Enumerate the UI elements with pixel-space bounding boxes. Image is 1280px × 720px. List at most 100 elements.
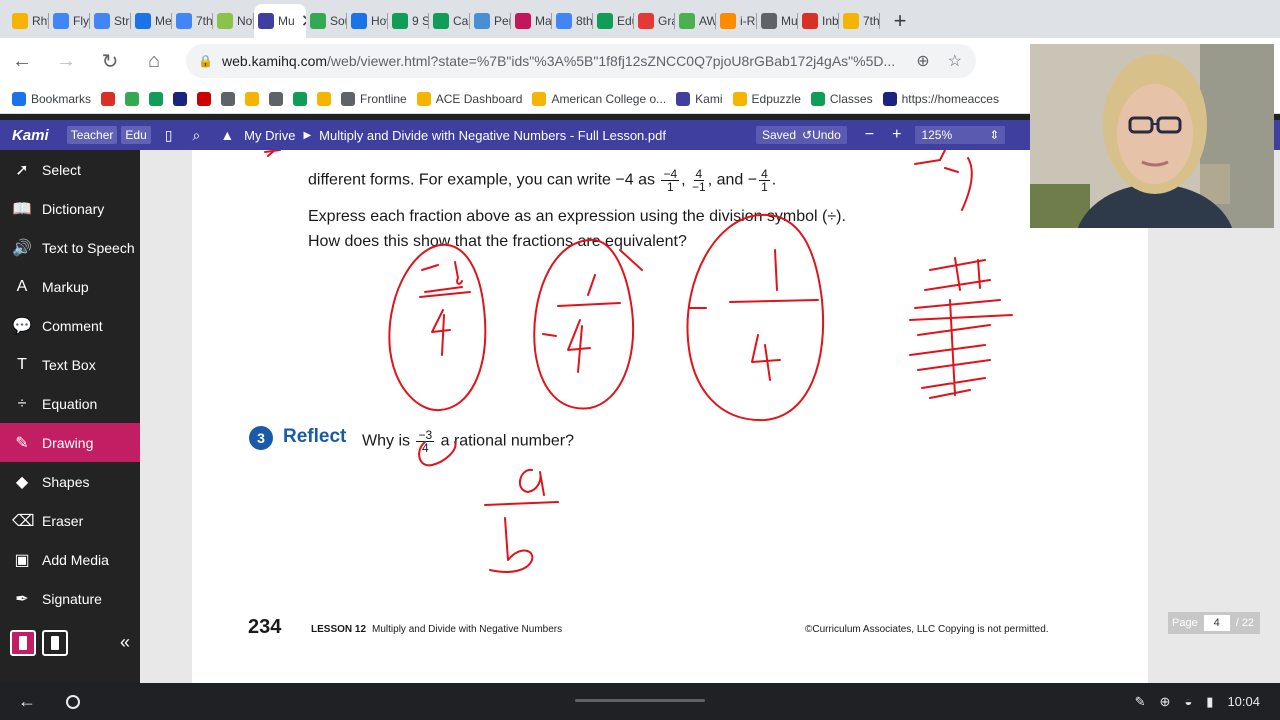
tool-select[interactable]: ➚ Select — [0, 150, 140, 189]
bookmark-favicon-icon — [810, 91, 825, 106]
bookmark-item[interactable] — [101, 91, 116, 106]
shelf-handle[interactable] — [575, 699, 705, 702]
bookmark-label: Bookmarks — [31, 91, 92, 106]
undo-button[interactable]: ↺Undo — [802, 128, 841, 142]
tab-favicon-icon — [392, 13, 408, 29]
sidebar-toggle-icon[interactable]: ▯ — [165, 127, 173, 144]
bookmark-item[interactable]: Bookmarks — [12, 91, 92, 106]
shelf-back-icon[interactable]: ← — [18, 691, 36, 712]
tool-text-box[interactable]: T Text Box — [0, 345, 140, 384]
tool-comment[interactable]: 💬 Comment — [0, 306, 140, 345]
browser-tab[interactable]: 7th — [839, 4, 880, 38]
tool-equation[interactable]: ÷ Equation — [0, 384, 140, 423]
bookmark-item[interactable]: Kami — [676, 91, 723, 106]
bookmark-item[interactable]: Edpuzzle — [732, 91, 801, 106]
secondary-color-swatch[interactable] — [42, 630, 68, 656]
tab-favicon-icon — [310, 13, 326, 29]
breadcrumb-my-drive[interactable]: My Drive — [244, 128, 295, 143]
document-viewer[interactable]: different forms. For example, you can wr… — [140, 150, 1280, 683]
bookmark-item[interactable] — [317, 91, 332, 106]
browser-tab[interactable]: Rhy — [8, 4, 49, 38]
bookmark-item[interactable]: https://homeacces — [882, 91, 999, 106]
media-icon: ▣ — [14, 551, 30, 569]
tab-title: 9 St — [412, 14, 429, 28]
zoom-in-button[interactable]: + — [892, 126, 901, 144]
browser-tab[interactable]: Mat — [511, 4, 552, 38]
bookmark-item[interactable]: American College o... — [532, 91, 667, 106]
book-icon: 📖 — [12, 200, 32, 218]
bookmark-label: American College o... — [551, 91, 667, 106]
bookmark-label: Kami — [695, 91, 723, 106]
browser-tab[interactable]: Flye — [49, 4, 90, 38]
bookmark-item[interactable] — [221, 91, 236, 106]
browser-tab[interactable]: i-Re — [716, 4, 757, 38]
browser-tab[interactable]: 8th — [552, 4, 593, 38]
collapse-sidebar-button[interactable]: « — [120, 632, 130, 653]
browser-tab[interactable]: Nov — [213, 4, 254, 38]
footer-copyright: ©Curriculum Associates, LLC Copying is n… — [805, 624, 1049, 635]
back-icon[interactable]: ← — [0, 43, 44, 79]
bookmark-label: Classes — [829, 91, 873, 106]
browser-tab[interactable]: 7th — [172, 4, 213, 38]
tool-shapes[interactable]: ◆ Shapes — [0, 462, 140, 501]
forward-icon[interactable]: → — [44, 43, 88, 79]
primary-color-swatch[interactable] — [10, 630, 36, 656]
tool-label: Select — [42, 161, 81, 178]
browser-tab[interactable]: Gra — [634, 4, 675, 38]
browser-tab[interactable]: Mu✕ — [254, 4, 306, 38]
tool-markup[interactable]: A Markup — [0, 267, 140, 306]
launcher-icon[interactable] — [66, 694, 80, 709]
home-icon[interactable]: ⌂ — [132, 43, 176, 79]
browser-tab[interactable]: AW — [675, 4, 716, 38]
tab-title: Gra — [658, 14, 675, 28]
tool-eraser[interactable]: ⌫ Eraser — [0, 501, 140, 540]
webcam-overlay — [1030, 44, 1274, 228]
browser-tab[interactable]: 9 St — [388, 4, 429, 38]
bookmark-item[interactable] — [173, 91, 188, 106]
star-icon[interactable]: ☆ — [948, 51, 962, 71]
tool-dictionary[interactable]: 📖 Dictionary — [0, 189, 140, 228]
bookmark-item[interactable] — [197, 91, 212, 106]
add-icon[interactable]: ⊕ — [916, 51, 929, 71]
browser-tab[interactable]: How — [347, 4, 388, 38]
tool-drawing[interactable]: ✎ Drawing — [0, 423, 140, 462]
browser-tab[interactable]: Edu — [593, 4, 634, 38]
bookmark-favicon-icon — [269, 91, 284, 106]
browser-tab[interactable]: Mer — [131, 4, 172, 38]
stylus-icon[interactable]: ✎ — [1135, 694, 1146, 710]
browser-tab[interactable]: Sou — [306, 4, 347, 38]
browser-tab[interactable]: Mul — [757, 4, 798, 38]
bookmark-item[interactable]: ACE Dashboard — [416, 91, 522, 106]
bookmark-item[interactable] — [293, 91, 308, 106]
file-name[interactable]: Multiply and Divide with Negative Number… — [319, 128, 666, 143]
example-line: different forms. For example, you can wr… — [308, 167, 777, 194]
bookmark-item[interactable]: Frontline — [341, 91, 407, 106]
page-number-input[interactable]: 4 — [1203, 615, 1230, 631]
browser-tab[interactable]: Per — [470, 4, 511, 38]
tool-add-media[interactable]: ▣ Add Media — [0, 540, 140, 579]
tool-signature[interactable]: ✒ Signature — [0, 579, 140, 618]
bookmark-favicon-icon — [197, 91, 212, 106]
browser-tab[interactable]: Inbo — [798, 4, 839, 38]
bookmark-item[interactable] — [269, 91, 284, 106]
bookmark-favicon-icon — [101, 91, 116, 106]
bookmark-item[interactable] — [245, 91, 260, 106]
reload-icon[interactable]: ↻ — [88, 43, 132, 79]
new-tab-button[interactable]: + — [880, 4, 920, 38]
zoom-select[interactable]: 125% ⇕ — [915, 126, 1006, 144]
search-icon[interactable]: ⌕ — [192, 127, 200, 144]
bookmark-item[interactable]: Classes — [810, 91, 873, 106]
tab-favicon-icon — [597, 13, 613, 29]
page-number: 234 — [248, 616, 282, 638]
tool-text-to-speech[interactable]: 🔊 Text to Speech — [0, 228, 140, 267]
bookmark-item[interactable] — [149, 91, 164, 106]
browser-tab[interactable]: Cau — [429, 4, 470, 38]
add-circle-icon[interactable]: ⊕ — [1160, 694, 1171, 710]
status-tray[interactable]: ✎ ⊕ ◒ ▮ 10:04 — [1135, 694, 1280, 710]
zoom-out-button[interactable]: − — [865, 126, 874, 144]
bookmark-favicon-icon — [293, 91, 308, 106]
tab-favicon-icon — [720, 13, 736, 29]
bookmark-item[interactable] — [125, 91, 140, 106]
browser-tab[interactable]: Stre — [90, 4, 131, 38]
address-bar[interactable]: 🔒 web.kamihq.com/web/viewer.html?state=%… — [186, 44, 976, 78]
